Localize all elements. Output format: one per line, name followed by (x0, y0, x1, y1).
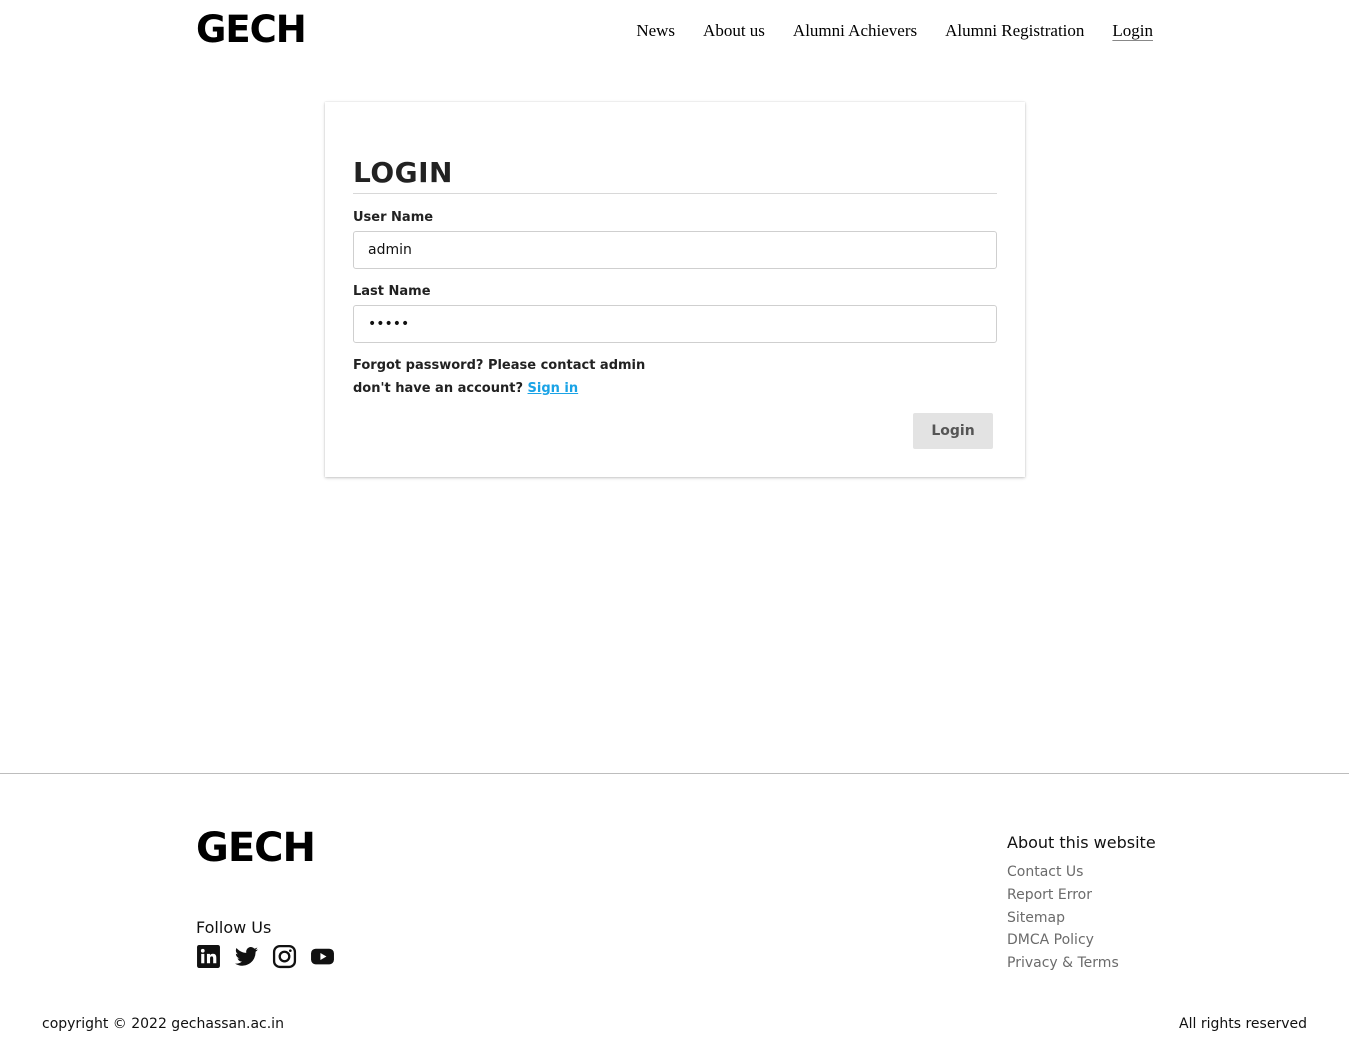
account-prompt: don't have an account? Sign in (353, 381, 578, 396)
instagram-icon[interactable] (272, 944, 297, 969)
report-error-link[interactable]: Report Error (1007, 884, 1119, 907)
username-input[interactable] (353, 231, 997, 269)
login-card: LOGIN User Name Last Name Forgot passwor… (325, 102, 1025, 477)
copyright-text: copyright © 2022 gechassan.ac.in (42, 1016, 284, 1032)
social-links (196, 944, 335, 969)
nav-about-us[interactable]: About us (703, 18, 765, 44)
password-label: Last Name (353, 284, 431, 299)
dmca-policy-link[interactable]: DMCA Policy (1007, 929, 1119, 952)
title-divider (353, 193, 997, 194)
username-label: User Name (353, 210, 434, 225)
site-logo[interactable]: GECH (196, 8, 307, 52)
about-website-heading: About this website (1007, 833, 1156, 852)
main-nav: News About us Alumni Achievers Alumni Re… (636, 18, 1153, 44)
footer-logo: GECH (196, 825, 316, 871)
account-prompt-text: don't have an account? (353, 381, 528, 396)
follow-us-heading: Follow Us (196, 918, 272, 937)
youtube-icon[interactable] (310, 944, 335, 969)
rights-text: All rights reserved (1179, 1016, 1307, 1032)
twitter-icon[interactable] (234, 944, 259, 969)
privacy-terms-link[interactable]: Privacy & Terms (1007, 952, 1119, 975)
sign-in-link[interactable]: Sign in (528, 381, 579, 396)
password-input[interactable] (353, 305, 997, 343)
sitemap-link[interactable]: Sitemap (1007, 907, 1119, 930)
footer-divider (0, 773, 1349, 774)
nav-news[interactable]: News (636, 18, 675, 44)
login-title: LOGIN (353, 156, 453, 189)
login-button[interactable]: Login (913, 413, 993, 449)
about-links: Contact Us Report Error Sitemap DMCA Pol… (1007, 861, 1119, 975)
nav-alumni-registration[interactable]: Alumni Registration (945, 18, 1084, 44)
nav-alumni-achievers[interactable]: Alumni Achievers (793, 18, 917, 44)
contact-us-link[interactable]: Contact Us (1007, 861, 1119, 884)
forgot-password-text: Forgot password? Please contact admin (353, 358, 646, 373)
nav-login[interactable]: Login (1112, 18, 1153, 44)
linkedin-icon[interactable] (196, 944, 221, 969)
